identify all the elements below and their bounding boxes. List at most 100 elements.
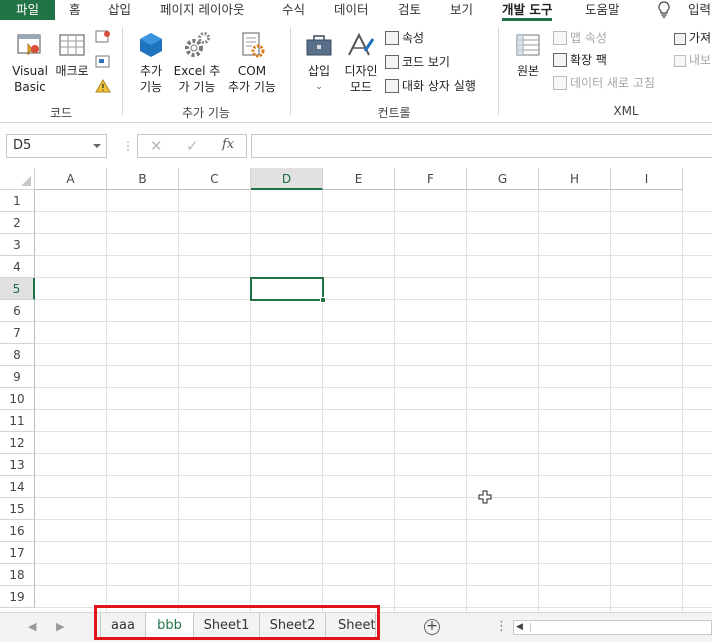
tab-home[interactable]: 홈 [69,0,81,20]
visual-basic-button[interactable]: Visual Basic [8,29,52,95]
com-add-ins-button[interactable]: COM 추가 기능 [224,29,280,95]
insert-control-button[interactable]: 삽입 ⌄ [300,29,338,95]
excel-add-ins-label-1: Excel 추 [173,64,221,78]
row-header-2[interactable]: 2 [0,212,35,234]
row-header-9[interactable]: 9 [0,366,35,388]
enter-icon[interactable]: ✓ [186,137,199,155]
row-header-8[interactable]: 8 [0,344,35,366]
name-box-value: D5 [13,138,32,153]
group-label-xml: XML [613,104,639,118]
row-header-18[interactable]: 18 [0,564,35,586]
row-header-14[interactable]: 14 [0,476,35,498]
column-header-a[interactable]: A [35,168,107,190]
tab-review[interactable]: 검토 [398,0,421,20]
prev-sheet-arrow-icon[interactable]: ◀ [28,620,36,633]
com-add-ins-icon [242,32,265,58]
tab-formulas[interactable]: 수식 [282,0,305,20]
add-ins-label-1: 추가 [139,64,163,78]
map-properties-button[interactable]: 맵 속성 [553,29,607,47]
run-dialog-button[interactable]: 대화 상자 실행 [385,77,476,95]
active-cell[interactable] [250,277,326,303]
formula-input[interactable] [251,134,712,158]
refresh-data-button[interactable]: 데이터 새로 고침 [553,74,655,92]
formula-bar: D5 ⋮ ✕ ✓ fx [0,124,712,170]
row-header-4[interactable]: 4 [0,256,35,278]
row-header-17[interactable]: 17 [0,542,35,564]
design-mode-button[interactable]: 디자인 모드 [340,29,382,95]
expansion-packs-button[interactable]: 확장 팩 [553,51,607,69]
name-box[interactable]: D5 [6,134,107,158]
formula-bar-grip[interactable]: ⋮ [122,138,134,154]
source-button[interactable]: 원본 [508,29,548,79]
row-header-15[interactable]: 15 [0,498,35,520]
row-header-7[interactable]: 7 [0,322,35,344]
macro-label: 매크로 [55,64,89,78]
column-header-e[interactable]: E [323,168,395,190]
row-header-19[interactable]: 19 [0,586,35,608]
tab-view[interactable]: 보기 [450,0,473,20]
row-header-1[interactable]: 1 [0,190,35,212]
relative-reference-icon[interactable] [95,55,111,72]
worksheet-grid[interactable]: ABCDEFGHI 1 2 3 4 5 6 7 8 9 10 11 12 13 14 15 16 17 18 19 [0,168,712,612]
row-header-10[interactable]: 10 [0,388,35,410]
column-header-g[interactable]: G [467,168,539,190]
column-header-d[interactable]: D [251,168,323,190]
scrollbar-thumb[interactable] [530,623,710,632]
add-ins-label-2: 기능 [139,80,163,94]
visual-basic-label-2: Basic [14,80,46,94]
tab-developer[interactable]: 개발 도구 [502,0,553,21]
insert-function-icon[interactable]: fx [222,137,234,152]
tab-page-layout[interactable]: 페이지 레이아웃 [160,0,244,20]
add-ins-button[interactable]: 추가 기능 [130,29,172,95]
tab-file[interactable]: 파일 [0,0,55,20]
record-macro-icon[interactable] [95,30,111,47]
add-sheet-button[interactable]: + [424,619,440,635]
design-mode-label-1: 디자인 [344,64,378,78]
highlight-box [94,605,380,640]
visual-basic-icon [17,34,41,56]
row-header-13[interactable]: 13 [0,454,35,476]
row-header-5[interactable]: 5 [0,278,35,300]
row-header-3[interactable]: 3 [0,234,35,256]
design-mode-icon [348,32,375,56]
scroll-left-icon[interactable]: ◀ [516,622,523,632]
row-header-11[interactable]: 11 [0,410,35,432]
tab-tell-me[interactable]: 입력 [688,0,711,20]
column-header-i[interactable]: I [611,168,683,190]
import-icon [674,33,686,45]
run-dialog-label: 대화 상자 실행 [402,79,476,93]
lightbulb-icon[interactable] [656,0,672,20]
toolbox-icon [306,35,332,56]
excel-add-ins-button[interactable]: Excel 추 가 기능 [172,29,222,95]
import-label: 가져 [689,31,712,45]
export-button[interactable]: 내보 [674,51,711,69]
cancel-icon[interactable]: ✕ [150,137,163,155]
group-separator [122,27,123,115]
macro-button[interactable]: 매크로 [52,29,92,79]
column-header-f[interactable]: F [395,168,467,190]
export-icon [674,55,686,67]
chevron-down-icon[interactable] [93,144,101,148]
column-header-c[interactable]: C [179,168,251,190]
next-sheet-arrow-icon[interactable]: ▶ [56,620,64,633]
row-header-12[interactable]: 12 [0,432,35,454]
tab-insert[interactable]: 삽입 [108,0,131,20]
add-ins-icon [140,33,162,57]
select-all-corner[interactable] [0,168,35,190]
properties-button[interactable]: 속성 [385,29,424,47]
row-header-6[interactable]: 6 [0,300,35,322]
horizontal-scrollbar[interactable]: ◀ [513,620,712,635]
view-code-button[interactable]: 코드 보기 [385,53,450,71]
fill-handle[interactable] [320,297,326,303]
column-header-h[interactable]: H [539,168,611,190]
tab-data[interactable]: 데이터 [334,0,369,20]
macro-icon [59,34,85,56]
tab-help[interactable]: 도움말 [585,0,620,20]
com-add-ins-label-1: COM [237,64,267,78]
tab-splitter-icon[interactable]: ⋮ [495,619,508,634]
import-button[interactable]: 가져 [674,29,711,47]
macro-security-icon[interactable] [95,79,111,96]
column-header-b[interactable]: B [107,168,179,190]
row-header-16[interactable]: 16 [0,520,35,542]
cell-area[interactable] [35,190,712,612]
